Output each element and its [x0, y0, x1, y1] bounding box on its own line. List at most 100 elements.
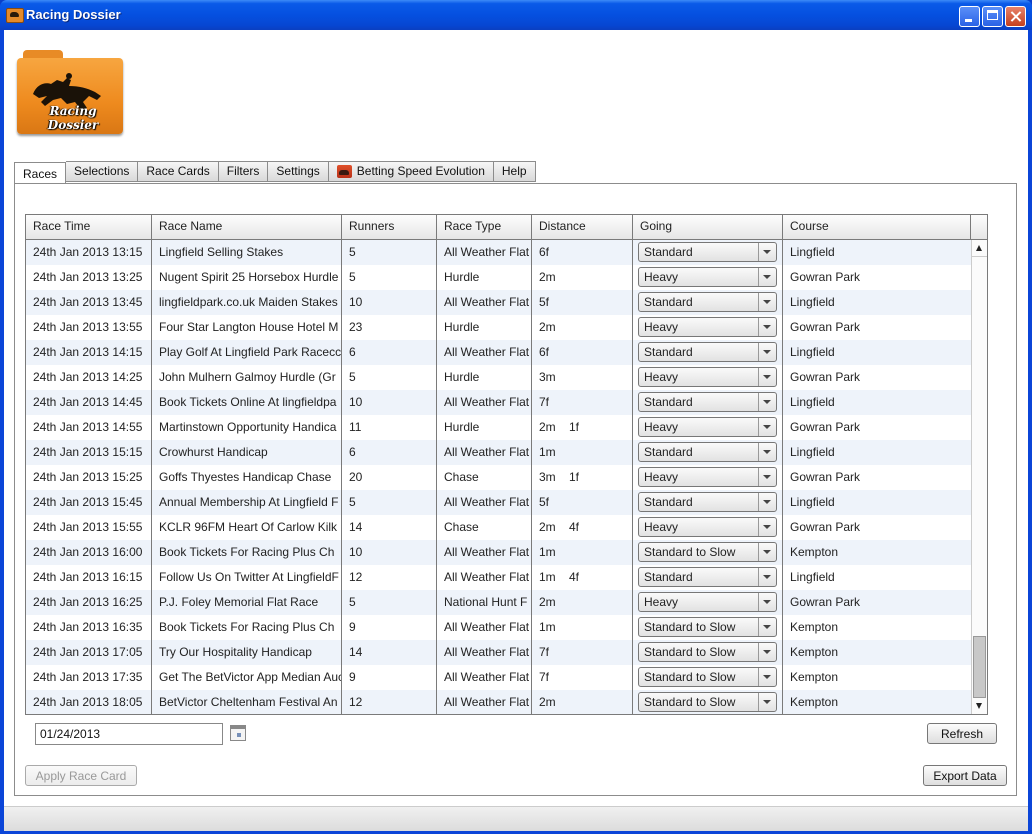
going-dropdown[interactable]: Standard to Slow	[638, 692, 777, 712]
vertical-scrollbar[interactable]	[971, 240, 987, 714]
minimize-button[interactable]	[959, 6, 980, 27]
close-button[interactable]	[1005, 6, 1026, 27]
column-header-going[interactable]: Going	[633, 215, 783, 239]
going-dropdown[interactable]: Heavy	[638, 467, 777, 487]
chevron-down-icon[interactable]	[758, 593, 776, 611]
tab-label: Races	[23, 166, 58, 181]
table-row[interactable]: 24th Jan 2013 14:45 Book Tickets Online A…	[26, 390, 971, 415]
table-row[interactable]: 24th Jan 2013 16:25 P.J. Foley Memorial F…	[26, 590, 971, 615]
chevron-down-icon[interactable]	[758, 318, 776, 336]
going-dropdown[interactable]: Standard	[638, 442, 777, 462]
table-row[interactable]: 24th Jan 2013 15:25 Goffs Thyestes Handic…	[26, 465, 971, 490]
course-cell: Lingfield	[790, 495, 835, 509]
calendar-icon[interactable]	[230, 725, 246, 741]
table-row[interactable]: 24th Jan 2013 15:55 KCLR 96FM Heart Of Ca…	[26, 515, 971, 540]
table-row[interactable]: 24th Jan 2013 15:45 Annual Membership At …	[26, 490, 971, 515]
scroll-up-icon[interactable]	[972, 240, 987, 257]
going-cell: Standard	[633, 290, 783, 315]
going-dropdown[interactable]: Heavy	[638, 417, 777, 437]
chevron-down-icon[interactable]	[758, 643, 776, 661]
chevron-down-icon[interactable]	[758, 293, 776, 311]
chevron-down-icon[interactable]	[758, 468, 776, 486]
scroll-thumb[interactable]	[973, 636, 986, 698]
column-header-course[interactable]: Course	[783, 215, 971, 239]
going-cell: Heavy	[633, 315, 783, 340]
tab-filters[interactable]: Filters	[218, 161, 269, 182]
distance-cell: 3m	[532, 365, 633, 390]
tab-selections[interactable]: Selections	[66, 161, 139, 182]
going-dropdown[interactable]: Heavy	[638, 517, 777, 537]
table-row[interactable]: 24th Jan 2013 14:25 John Mulhern Galmoy H…	[26, 365, 971, 390]
chevron-down-icon[interactable]	[758, 393, 776, 411]
chevron-down-icon[interactable]	[758, 693, 776, 711]
table-row[interactable]: 24th Jan 2013 13:55 Four Star Langton Hou…	[26, 315, 971, 340]
race-time-cell: 24th Jan 2013 18:05	[26, 690, 152, 714]
table-row[interactable]: 24th Jan 2013 17:05 Try Our Hospitality H…	[26, 640, 971, 665]
table-row[interactable]: 24th Jan 2013 16:15 Follow Us On Twitter …	[26, 565, 971, 590]
table-row[interactable]: 24th Jan 2013 13:45 lingfieldpark.co.uk M…	[26, 290, 971, 315]
going-dropdown[interactable]: Standard to Slow	[638, 617, 777, 637]
table-row[interactable]: 24th Jan 2013 14:15 Play Golf At Lingfiel…	[26, 340, 971, 365]
going-cell: Standard	[633, 440, 783, 465]
going-dropdown[interactable]: Heavy	[638, 317, 777, 337]
chevron-down-icon[interactable]	[758, 443, 776, 461]
chevron-down-icon[interactable]	[758, 493, 776, 511]
tab-help[interactable]: Help	[493, 161, 536, 182]
going-dropdown[interactable]: Heavy	[638, 592, 777, 612]
column-header-runners[interactable]: Runners	[342, 215, 437, 239]
chevron-down-icon[interactable]	[758, 518, 776, 536]
chevron-down-icon[interactable]	[758, 418, 776, 436]
race-date-input[interactable]	[35, 723, 223, 745]
app-icon	[6, 8, 24, 23]
chevron-down-icon[interactable]	[758, 568, 776, 586]
going-dropdown[interactable]: Standard	[638, 242, 777, 262]
going-dropdown[interactable]: Heavy	[638, 367, 777, 387]
window-title: Racing Dossier	[26, 7, 121, 22]
chevron-down-icon[interactable]	[758, 368, 776, 386]
going-dropdown[interactable]: Standard	[638, 292, 777, 312]
column-header-distance[interactable]: Distance	[532, 215, 633, 239]
race-name-cell: Martinstown Opportunity Handica	[152, 415, 342, 440]
chevron-down-icon[interactable]	[758, 668, 776, 686]
table-row[interactable]: 24th Jan 2013 18:05 BetVictor Cheltenham …	[26, 690, 971, 714]
going-dropdown[interactable]: Standard to Slow	[638, 542, 777, 562]
runners-cell: 14	[342, 515, 437, 540]
scroll-down-icon[interactable]	[972, 698, 987, 714]
going-dropdown[interactable]: Standard to Slow	[638, 667, 777, 687]
going-dropdown[interactable]: Heavy	[638, 267, 777, 287]
maximize-button[interactable]	[982, 6, 1003, 27]
apply-race-card-button[interactable]: Apply Race Card	[25, 765, 137, 786]
tab-races[interactable]: Races	[14, 162, 67, 185]
going-dropdown[interactable]: Standard	[638, 392, 777, 412]
tab-betting-speed-evolution[interactable]: Betting Speed Evolution	[328, 161, 494, 182]
table-row[interactable]: 24th Jan 2013 13:15 Lingfield Selling Sta…	[26, 240, 971, 265]
table-row[interactable]: 24th Jan 2013 13:25 Nugent Spirit 25 Hors…	[26, 265, 971, 290]
going-dropdown[interactable]: Standard	[638, 567, 777, 587]
race-name-cell: Nugent Spirit 25 Horsebox Hurdle	[152, 265, 342, 290]
race-name-cell: Goffs Thyestes Handicap Chase	[152, 465, 342, 490]
tab-settings[interactable]: Settings	[268, 161, 329, 182]
chevron-down-icon[interactable]	[758, 343, 776, 361]
chevron-down-icon[interactable]	[758, 543, 776, 561]
tab-race-cards[interactable]: Race Cards	[138, 161, 219, 182]
race-time-cell: 24th Jan 2013 17:35	[26, 665, 152, 690]
chevron-down-icon[interactable]	[758, 618, 776, 636]
title-bar[interactable]: Racing Dossier	[0, 0, 1032, 30]
table-row[interactable]: 24th Jan 2013 16:00 Book Tickets For Raci…	[26, 540, 971, 565]
table-row[interactable]: 24th Jan 2013 16:35 Book Tickets For Raci…	[26, 615, 971, 640]
course-cell: Gowran Park	[790, 320, 861, 334]
chevron-down-icon[interactable]	[758, 243, 776, 261]
column-header-race-type[interactable]: Race Type	[437, 215, 532, 239]
chevron-down-icon[interactable]	[758, 268, 776, 286]
column-header-race-name[interactable]: Race Name	[152, 215, 342, 239]
refresh-button[interactable]: Refresh	[927, 723, 997, 744]
going-dropdown[interactable]: Standard to Slow	[638, 642, 777, 662]
export-data-button[interactable]: Export Data	[923, 765, 1007, 786]
table-row[interactable]: 24th Jan 2013 17:35 Get The BetVictor App…	[26, 665, 971, 690]
table-row[interactable]: 24th Jan 2013 14:55 Martinstown Opportuni…	[26, 415, 971, 440]
table-row[interactable]: 24th Jan 2013 15:15 Crowhurst Handicap 6 Al…	[26, 440, 971, 465]
going-dropdown[interactable]: Standard	[638, 342, 777, 362]
column-header-race-time[interactable]: Race Time	[26, 215, 152, 239]
going-dropdown[interactable]: Standard	[638, 492, 777, 512]
runners-cell: 6	[342, 340, 437, 365]
